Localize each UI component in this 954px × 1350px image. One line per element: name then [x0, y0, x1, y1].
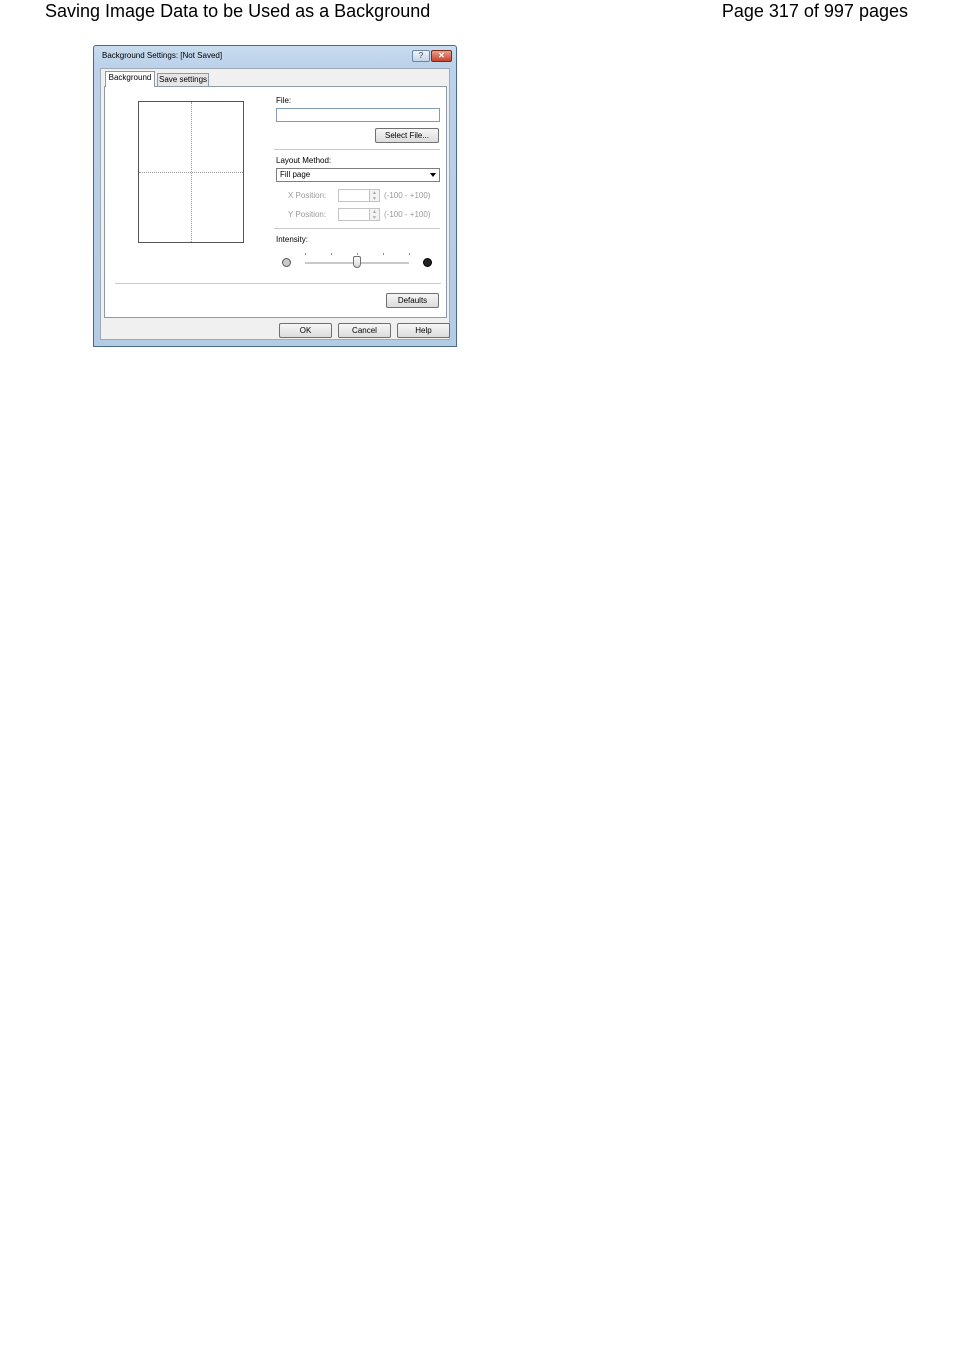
x-position-input[interactable] [338, 189, 370, 202]
file-label: File: [276, 96, 292, 105]
tab-save-settings[interactable]: Save settings [157, 73, 209, 87]
help-title-button[interactable]: ? [412, 50, 430, 62]
dialog-titlebar[interactable]: Background Settings: [Not Saved] ? ✕ [94, 46, 456, 66]
dialog-title: Background Settings: [Not Saved] [102, 51, 223, 60]
x-position-range: (-100 - +100) [384, 191, 431, 200]
tab-background[interactable]: Background [105, 71, 155, 87]
cancel-button[interactable]: Cancel [338, 323, 391, 338]
defaults-button[interactable]: Defaults [386, 293, 439, 308]
separator [274, 149, 440, 151]
y-position-range: (-100 - +100) [384, 210, 431, 219]
file-input[interactable] [276, 108, 440, 122]
spin-down-icon: ▼ [372, 196, 377, 202]
spin-down-icon: ▼ [372, 215, 377, 221]
light-circle-icon [282, 258, 291, 267]
page-info: Page 317 of 997 pages [721, 1, 908, 21]
select-file-button[interactable]: Select File... [375, 128, 439, 143]
layout-method-label: Layout Method: [276, 156, 332, 165]
intensity-slider-thumb[interactable] [353, 256, 361, 268]
y-position-input[interactable] [338, 208, 370, 221]
separator [115, 283, 441, 285]
background-settings-dialog: Background Settings: [Not Saved] ? ✕ Bac… [93, 45, 457, 347]
close-icon: ✕ [438, 51, 445, 60]
help-button[interactable]: Help [397, 323, 450, 338]
dialog-client-area: Background Save settings File: Select Fi… [100, 68, 450, 340]
dark-circle-icon [423, 258, 432, 267]
background-preview [138, 101, 244, 243]
background-tab-panel: File: Select File... Layout Method: Fill… [104, 86, 447, 318]
intensity-tick [305, 253, 306, 255]
x-position-label: X Position: [288, 191, 327, 200]
intensity-tick [383, 253, 384, 255]
x-position-spinner[interactable]: ▲ ▼ [369, 189, 380, 202]
y-position-label: Y Position: [288, 210, 327, 219]
separator [274, 228, 440, 230]
document-title: Saving Image Data to be Used as a Backgr… [45, 1, 431, 21]
intensity-label: Intensity: [276, 235, 309, 244]
chevron-down-icon [430, 173, 436, 177]
layout-method-value: Fill page [280, 170, 311, 179]
intensity-tick [357, 253, 358, 255]
close-button[interactable]: ✕ [431, 50, 452, 62]
intensity-tick [409, 253, 410, 255]
ok-button[interactable]: OK [279, 323, 332, 338]
y-position-spinner[interactable]: ▲ ▼ [369, 208, 380, 221]
intensity-tick [331, 253, 332, 255]
preview-center-horizontal-line [139, 172, 243, 173]
help-icon: ? [418, 51, 424, 60]
layout-method-select[interactable]: Fill page [276, 168, 440, 182]
